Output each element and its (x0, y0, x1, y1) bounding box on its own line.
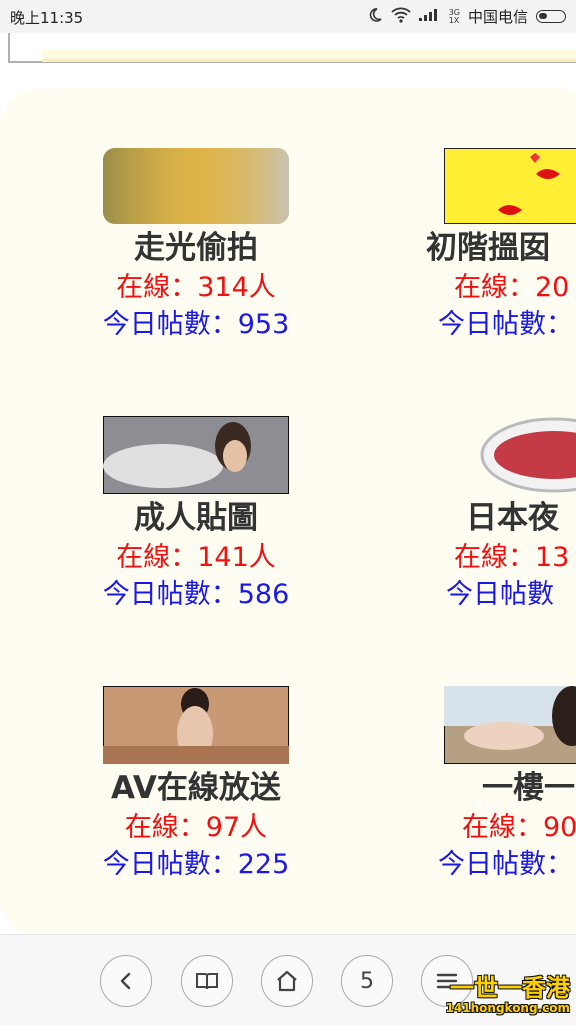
moon-icon (367, 7, 383, 27)
top-yellow-bar (42, 49, 576, 62)
chevron-left-icon (120, 972, 131, 990)
forum-name[interactable]: 初階搵囡 (426, 228, 576, 268)
forum-post-count: 今日帖數 (446, 579, 554, 610)
carrier-name: 中国电信 (467, 8, 528, 26)
forum-name[interactable]: 走光偷拍 (46, 228, 346, 268)
forum-online-count: 在線：13 (454, 542, 570, 573)
forum-thumbnail[interactable] (103, 148, 289, 224)
network-type: 3G 1X (448, 8, 460, 25)
forum-thumbnail[interactable] (444, 686, 576, 764)
forum-thumbnail[interactable] (103, 416, 289, 494)
back-button[interactable] (100, 955, 152, 1007)
forum-item[interactable]: 初階搵囡 在線：20 今日帖數： (426, 148, 576, 344)
forum-thumbnail[interactable] (103, 686, 289, 764)
forum-post-count: 今日帖數：953 (102, 309, 290, 340)
home-icon (277, 970, 297, 992)
forum-item[interactable]: 一樓一 在線：90 今日帖數： (426, 686, 576, 884)
watermark-logo: 一世一香港 141hongkong.com (446, 975, 570, 1015)
book-icon (196, 973, 218, 990)
bookmarks-button[interactable] (181, 955, 233, 1007)
signal-icon (418, 8, 441, 26)
forum-online-count: 在線：90 (462, 812, 576, 843)
forum-post-count: 今日帖數：586 (102, 579, 290, 610)
tabs-count: 5 (360, 968, 374, 994)
forum-online-count: 在線：97人 (124, 812, 268, 843)
browser-bottom-nav: 5 一世一香港 141hongkong.com (0, 934, 576, 1025)
forum-item[interactable]: 走光偷拍 在線：314人 今日帖數：953 (46, 148, 346, 344)
forum-thumbnail[interactable] (454, 416, 576, 494)
wifi-icon (391, 7, 411, 27)
forum-thumbnail[interactable] (444, 148, 576, 224)
forum-online-count: 在線：141人 (116, 542, 276, 573)
forum-item[interactable]: AV在線放送 在線：97人 今日帖數：225 (46, 686, 346, 884)
home-button[interactable] (261, 955, 313, 1007)
forum-post-count: 今日帖數：225 (102, 849, 290, 880)
forum-online-count: 在線：20 (454, 272, 570, 303)
forum-item[interactable]: 日本夜 在線：13 今日帖數 (426, 416, 576, 614)
network-type-bottom: 1X (448, 15, 460, 25)
forum-name[interactable]: AV在線放送 (46, 768, 346, 808)
battery-icon (536, 10, 566, 23)
status-time: 晚上11:35 (10, 9, 84, 27)
forum-item[interactable]: 成人貼圖 在線：141人 今日帖數：586 (46, 416, 346, 614)
tabs-button[interactable]: 5 (341, 955, 393, 1007)
watermark-main: 一世一香港 (450, 974, 570, 1002)
forum-name[interactable]: 成人貼圖 (46, 498, 346, 538)
watermark-sub: 141hongkong.com (445, 1001, 570, 1015)
forum-name[interactable]: 日本夜 (466, 498, 576, 538)
forum-post-count: 今日帖數： (438, 309, 573, 340)
status-bar: 晚上11:35 3G 1X 中国电信 (0, 0, 576, 33)
status-icons: 3G 1X 中国电信 (367, 6, 566, 27)
forum-post-count: 今日帖數： (438, 849, 573, 880)
page-top-strip (0, 33, 576, 65)
forum-name[interactable]: 一樓一 (482, 768, 576, 808)
forum-online-count: 在線：314人 (116, 272, 276, 303)
